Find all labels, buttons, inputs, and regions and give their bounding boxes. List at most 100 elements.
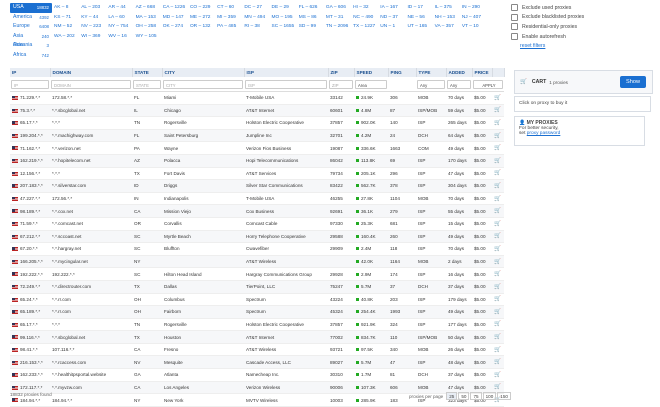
column-header[interactable]: ADDED xyxy=(446,68,473,77)
state-link[interactable]: NJ – 407 xyxy=(462,13,489,23)
state-link[interactable]: CT – 60 xyxy=(217,3,244,13)
state-link[interactable]: MT – 31 xyxy=(326,13,353,23)
region-item[interactable]: America 4392 xyxy=(10,13,52,23)
state-link[interactable]: IN – 290 xyxy=(462,3,489,13)
state-link[interactable]: PA – 485 xyxy=(217,22,244,32)
table-row[interactable]: 65.189.*.* *.*.rr.com OH Fairborn Spectrum 45… xyxy=(10,305,504,319)
cart-icon[interactable]: 🛒 xyxy=(494,208,501,214)
column-header[interactable]: PING xyxy=(388,68,417,77)
added-filter-select[interactable]: Any xyxy=(447,79,471,89)
add-to-cart-cell[interactable]: 🛒 xyxy=(492,217,504,231)
isp-filter-input[interactable]: ISP xyxy=(245,79,327,89)
region-item[interactable]: Asia Oceania 240 xyxy=(10,32,52,49)
state-link[interactable]: AZ – 668 xyxy=(136,3,163,13)
cart-icon[interactable]: 🛒 xyxy=(494,233,501,239)
state-link[interactable]: MI – 359 xyxy=(217,13,244,23)
cart-icon[interactable]: 🛒 xyxy=(494,120,501,126)
add-to-cart-cell[interactable]: 🛒 xyxy=(492,280,504,294)
state-link[interactable]: WV – 16 xyxy=(108,32,135,42)
add-to-cart-cell[interactable]: 🛒 xyxy=(492,255,504,269)
state-link[interactable]: GA – 606 xyxy=(326,3,353,13)
cart-icon[interactable]: 🛒 xyxy=(494,221,501,227)
state-link[interactable]: OH – 258 xyxy=(136,22,163,32)
state-link[interactable]: HI – 32 xyxy=(353,3,380,13)
state-link[interactable]: MD – 147 xyxy=(163,13,190,23)
column-header[interactable]: SPEED xyxy=(354,68,389,77)
table-row[interactable]: 67.20.*.* *.*.hargray.net SC Bluffton Cwavef… xyxy=(10,242,504,256)
add-to-cart-cell[interactable]: 🛒 xyxy=(492,179,504,193)
add-to-cart-cell[interactable]: 🛒 xyxy=(492,242,504,256)
state-link[interactable]: SC – 1655 xyxy=(272,22,299,32)
cart-icon[interactable]: 🛒 xyxy=(494,284,501,290)
page-size-option[interactable]: 150 xyxy=(497,392,511,400)
column-header[interactable]: DOMAIN xyxy=(50,68,133,77)
table-row[interactable]: 207.183.*.* *.*.silverstar.com ID Driggs Sil… xyxy=(10,179,504,193)
table-row[interactable]: 192.222.*.* 192.222.*.* SC Hilton Head Isla… xyxy=(10,267,504,281)
cart-icon[interactable]: 🛒 xyxy=(494,372,501,378)
add-to-cart-cell[interactable]: 🛒 xyxy=(492,204,504,218)
add-to-cart-cell[interactable]: 🛒 xyxy=(492,368,504,382)
state-link[interactable]: VA – 357 xyxy=(435,22,462,32)
table-row[interactable]: 65.17.*.* *.*.* TN Rogersville Holston Elect… xyxy=(10,116,504,130)
state-link[interactable]: IA – 167 xyxy=(380,3,407,13)
city-filter-input[interactable]: CITY xyxy=(163,79,243,89)
state-link[interactable]: UN – 1 xyxy=(380,22,407,32)
column-header[interactable]: CITY xyxy=(162,68,245,77)
state-link[interactable]: UT – 165 xyxy=(407,22,434,32)
state-link[interactable]: VT – 10 xyxy=(462,22,489,32)
state-link[interactable]: CO – 229 xyxy=(190,3,217,13)
state-link[interactable]: OK – 274 xyxy=(163,22,190,32)
add-to-cart-cell[interactable]: 🛒 xyxy=(492,167,504,181)
table-row[interactable]: 12.156.*.* *.*.* TX Fort Davis AT&T Services… xyxy=(10,167,504,181)
table-row[interactable]: 98.189.*.* *.*.cox.net CA Mission Viejo Cox … xyxy=(10,204,504,218)
table-row[interactable]: 99.116.*.* *.*.sbcglobal.net TX Houston AT&T… xyxy=(10,330,504,344)
state-link[interactable]: LA – 60 xyxy=(108,13,135,23)
add-to-cart-cell[interactable]: 🛒 xyxy=(492,192,504,206)
table-row[interactable]: 65.24.*.* *.*.rr.com OH Columbus Spectrum 432… xyxy=(10,293,504,307)
cart-icon[interactable]: 🛒 xyxy=(494,347,501,353)
add-to-cart-cell[interactable]: 🛒 xyxy=(492,343,504,357)
state-link[interactable]: CA – 1226 xyxy=(163,3,190,13)
state-filter-input[interactable]: STATE xyxy=(133,79,161,89)
state-link[interactable]: ID – 17 xyxy=(407,3,434,13)
cart-icon[interactable]: 🛒 xyxy=(494,359,501,365)
column-header[interactable]: IP xyxy=(10,68,51,77)
column-header[interactable] xyxy=(492,68,505,77)
region-item[interactable]: Europe 6408 xyxy=(10,22,52,32)
table-row[interactable]: 166.205.*.* *.*.mycingular.net NY AT&T Wire… xyxy=(10,255,504,269)
add-to-cart-cell[interactable]: 🛒 xyxy=(492,141,504,155)
page-size-option[interactable]: 50 xyxy=(458,392,470,400)
speed-filter-select[interactable]: Area xyxy=(355,79,387,89)
state-link[interactable]: MA – 153 xyxy=(136,13,163,23)
column-header[interactable]: ISP xyxy=(244,68,329,77)
cart-icon[interactable]: 🛒 xyxy=(494,271,501,277)
cart-icon[interactable]: 🛒 xyxy=(494,296,501,302)
page-size-option[interactable]: 75 xyxy=(470,392,482,400)
checkbox[interactable] xyxy=(511,33,518,41)
state-link[interactable]: MO – 195 xyxy=(272,13,299,23)
cart-icon[interactable]: 🛒 xyxy=(494,183,501,189)
state-link[interactable]: DE – 29 xyxy=(272,3,299,13)
table-row[interactable]: 162.233.*.* *.*.healthitpsportal.website G… xyxy=(10,368,504,382)
state-link[interactable]: NC – 490 xyxy=(353,13,380,23)
table-row[interactable]: 199.204.*.* *.*.machighway.com FL Saint Pet… xyxy=(10,129,504,143)
table-row[interactable]: 98.41.*.* 107.116.*.* CA Fresno AT&T Wireles… xyxy=(10,343,504,357)
state-link[interactable]: WA – 202 xyxy=(54,32,81,42)
checkbox[interactable] xyxy=(511,23,518,31)
cart-icon[interactable]: 🛒 xyxy=(494,309,501,315)
state-link[interactable]: NY – 754 xyxy=(108,22,135,32)
column-header[interactable]: TYPE xyxy=(416,68,447,77)
option-item[interactable]: Residential-only proxies xyxy=(511,22,651,32)
state-link[interactable]: DC – 27 xyxy=(244,3,271,13)
table-row[interactable]: 67.212.*.* *.*.sccoast.net SC Myrtle Beach H… xyxy=(10,230,504,244)
state-link[interactable]: TN – 2096 xyxy=(326,22,353,32)
reset-filters-link[interactable]: reset filters xyxy=(520,43,545,49)
cart-icon[interactable]: 🛒 xyxy=(494,95,501,101)
state-link[interactable]: WI – 369 xyxy=(81,32,108,42)
zip-filter-input[interactable]: ZIP xyxy=(329,79,353,89)
add-to-cart-cell[interactable]: 🛒 xyxy=(492,104,504,118)
state-link[interactable]: OR – 132 xyxy=(190,22,217,32)
add-to-cart-cell[interactable]: 🛒 xyxy=(492,230,504,244)
cart-icon[interactable]: 🛒 xyxy=(494,170,501,176)
state-link[interactable]: KS – 71 xyxy=(54,13,81,23)
